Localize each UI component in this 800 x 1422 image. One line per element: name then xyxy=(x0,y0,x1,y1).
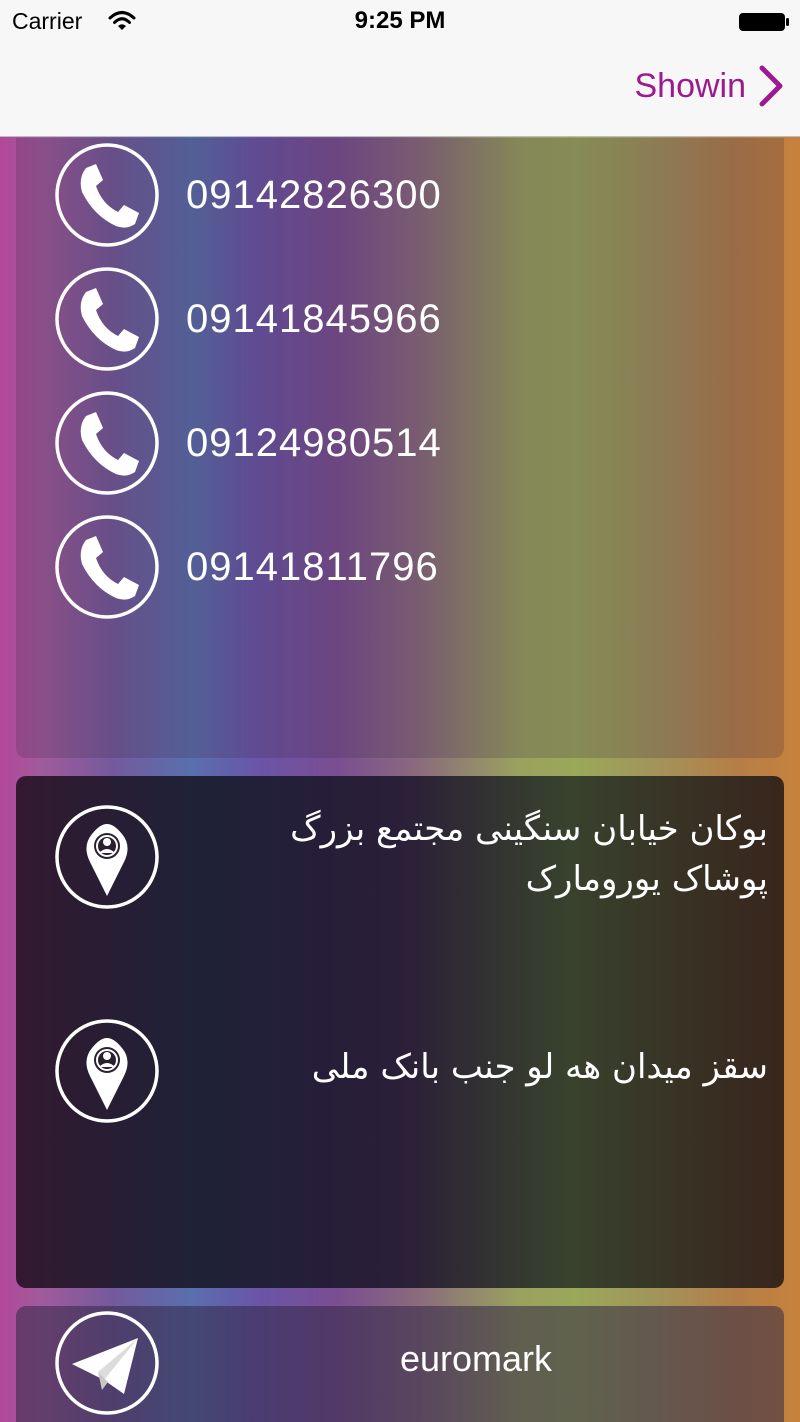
addresses-card: بوکان خیابان سنگینی مجتمع بزرگ پوشاک یور… xyxy=(16,776,784,1288)
phone-icon[interactable] xyxy=(54,142,160,248)
telegram-icon[interactable] xyxy=(54,1310,160,1416)
phone-number[interactable]: 09141845966 xyxy=(186,297,442,342)
phone-icon[interactable] xyxy=(54,390,160,496)
social-card: euromark xyxy=(16,1306,784,1422)
phone-number[interactable]: 09124980514 xyxy=(186,421,442,466)
telegram-channel-label[interactable]: euromark xyxy=(184,1338,768,1380)
clock: 9:25 PM xyxy=(354,7,446,34)
address-text: سقز میدان هه لو جنب بانک ملی xyxy=(311,1047,768,1087)
screen: Carrier 9:25 PM Showin 09142826300 09141… xyxy=(0,0,800,1422)
address-row[interactable]: سقز میدان هه لو جنب بانک ملی xyxy=(54,1018,768,1128)
phone-icon[interactable] xyxy=(54,266,160,372)
phone-row[interactable]: 09141811796 xyxy=(54,514,439,620)
navigation-bar: Showin xyxy=(0,44,800,137)
showin-forward-button[interactable]: Showin xyxy=(634,64,784,108)
phone-row[interactable]: 09141845966 xyxy=(54,266,442,372)
address-row[interactable]: بوکان خیابان سنگینی مجتمع بزرگ پوشاک یور… xyxy=(54,804,768,914)
forward-button-label: Showin xyxy=(634,66,746,105)
location-pin-icon[interactable] xyxy=(54,1018,160,1124)
phone-number[interactable]: 09141811796 xyxy=(186,545,439,590)
phone-icon[interactable] xyxy=(54,514,160,620)
telegram-row[interactable]: euromark xyxy=(54,1310,768,1420)
phone-numbers-card: 09142826300 09141845966 09124980514 0914… xyxy=(16,138,784,758)
location-pin-icon[interactable] xyxy=(54,804,160,910)
battery-icon xyxy=(739,13,789,31)
status-bar: Carrier 9:25 PM xyxy=(0,0,800,44)
chevron-right-icon xyxy=(759,65,783,107)
phone-number[interactable]: 09142826300 xyxy=(186,173,442,218)
phone-row[interactable]: 09124980514 xyxy=(54,390,442,496)
phone-row[interactable]: 09142826300 xyxy=(54,142,442,248)
address-text: بوکان خیابان سنگینی مجتمع بزرگ پوشاک یور… xyxy=(290,809,768,899)
